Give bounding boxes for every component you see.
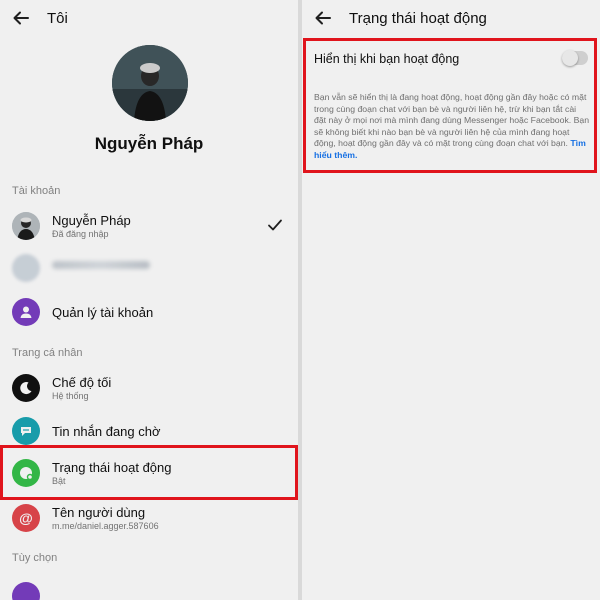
options-row[interactable] (0, 575, 298, 600)
at-sign-icon: @ (12, 504, 40, 532)
page-title: Tôi (47, 9, 68, 27)
check-icon (267, 217, 283, 238)
manage-account-row[interactable]: Quản lý tài khoản (0, 291, 298, 333)
account-avatar (12, 212, 40, 240)
chat-bubble-icon (12, 417, 40, 445)
active-status-header: Trạng thái hoạt động (302, 0, 600, 36)
profile-name: Nguyễn Pháp (94, 134, 204, 153)
blurred-account-row[interactable] (0, 247, 298, 289)
dark-mode-label: Chế độ tối (52, 374, 112, 390)
user-icon (12, 298, 40, 326)
page-title: Trạng thái hoạt động (349, 9, 487, 27)
section-options-label: Tùy chọn (12, 552, 58, 564)
section-personal-label: Trang cá nhân (12, 347, 83, 359)
dark-mode-row[interactable]: Chế độ tối Hệ thống (0, 367, 298, 409)
highlight-frame-setting (303, 38, 597, 173)
pending-messages-label: Tin nhắn đang chờ (52, 423, 161, 439)
username-label: Tên người dùng (52, 504, 146, 520)
account-row[interactable]: Nguyễn Pháp Đã đăng nhập (0, 205, 298, 247)
arrow-left-icon (315, 11, 331, 25)
back-button[interactable] (309, 4, 337, 32)
profile-avatar[interactable] (112, 45, 188, 121)
account-status: Đã đăng nhập (52, 228, 109, 239)
dark-mode-value: Hệ thống (52, 390, 89, 401)
username-value: m.me/daniel.agger.587606 (52, 520, 159, 531)
username-row[interactable]: @ Tên người dùng m.me/daniel.agger.58760… (0, 497, 298, 539)
blurred-avatar (12, 254, 40, 282)
account-name: Nguyễn Pháp (52, 212, 131, 228)
section-account-label: Tài khoản (12, 185, 61, 197)
highlight-frame-active-status (0, 445, 298, 500)
arrow-left-icon (13, 11, 29, 25)
manage-account-label: Quản lý tài khoản (52, 304, 154, 320)
back-button[interactable] (7, 4, 35, 32)
me-panel: Tôi Nguyễn Pháp Tài khoản Nguyễn Pháp Đã… (0, 0, 298, 600)
me-header: Tôi (0, 0, 298, 36)
moon-icon (12, 374, 40, 402)
options-icon (12, 582, 40, 600)
